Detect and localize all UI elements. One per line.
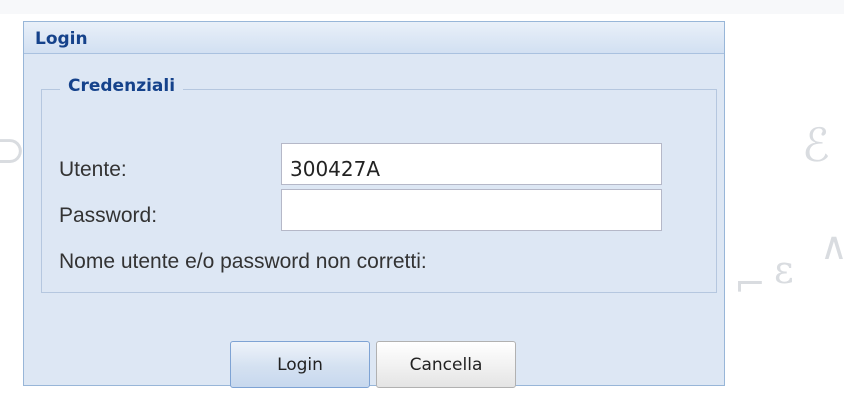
- error-message: Nome utente e/o password non corretti:: [59, 250, 427, 273]
- background-watermark-glyph: ⊃: [0, 128, 26, 172]
- login-button[interactable]: Login: [230, 341, 370, 388]
- credentials-legend: Credenziali: [60, 76, 184, 96]
- username-input[interactable]: [281, 143, 662, 185]
- window-body: Credenziali Utente: Password: Nome utent…: [34, 62, 717, 388]
- window-header: Login: [24, 22, 724, 54]
- username-label: Utente:: [59, 158, 127, 181]
- password-input[interactable]: [281, 189, 662, 231]
- window-title: Login: [35, 29, 88, 49]
- cancel-button[interactable]: Cancella: [376, 341, 516, 388]
- background-watermark-glyph: ∧: [820, 224, 844, 268]
- password-label: Password:: [59, 204, 158, 227]
- background-watermark-glyph: ε: [774, 248, 794, 292]
- login-window: Login Credenziali Utente: Password: Nome…: [23, 21, 725, 388]
- top-strip: [0, 0, 844, 14]
- background-watermark-glyph: ⌐: [734, 262, 766, 306]
- background-watermark-glyph: ℰ: [802, 118, 830, 172]
